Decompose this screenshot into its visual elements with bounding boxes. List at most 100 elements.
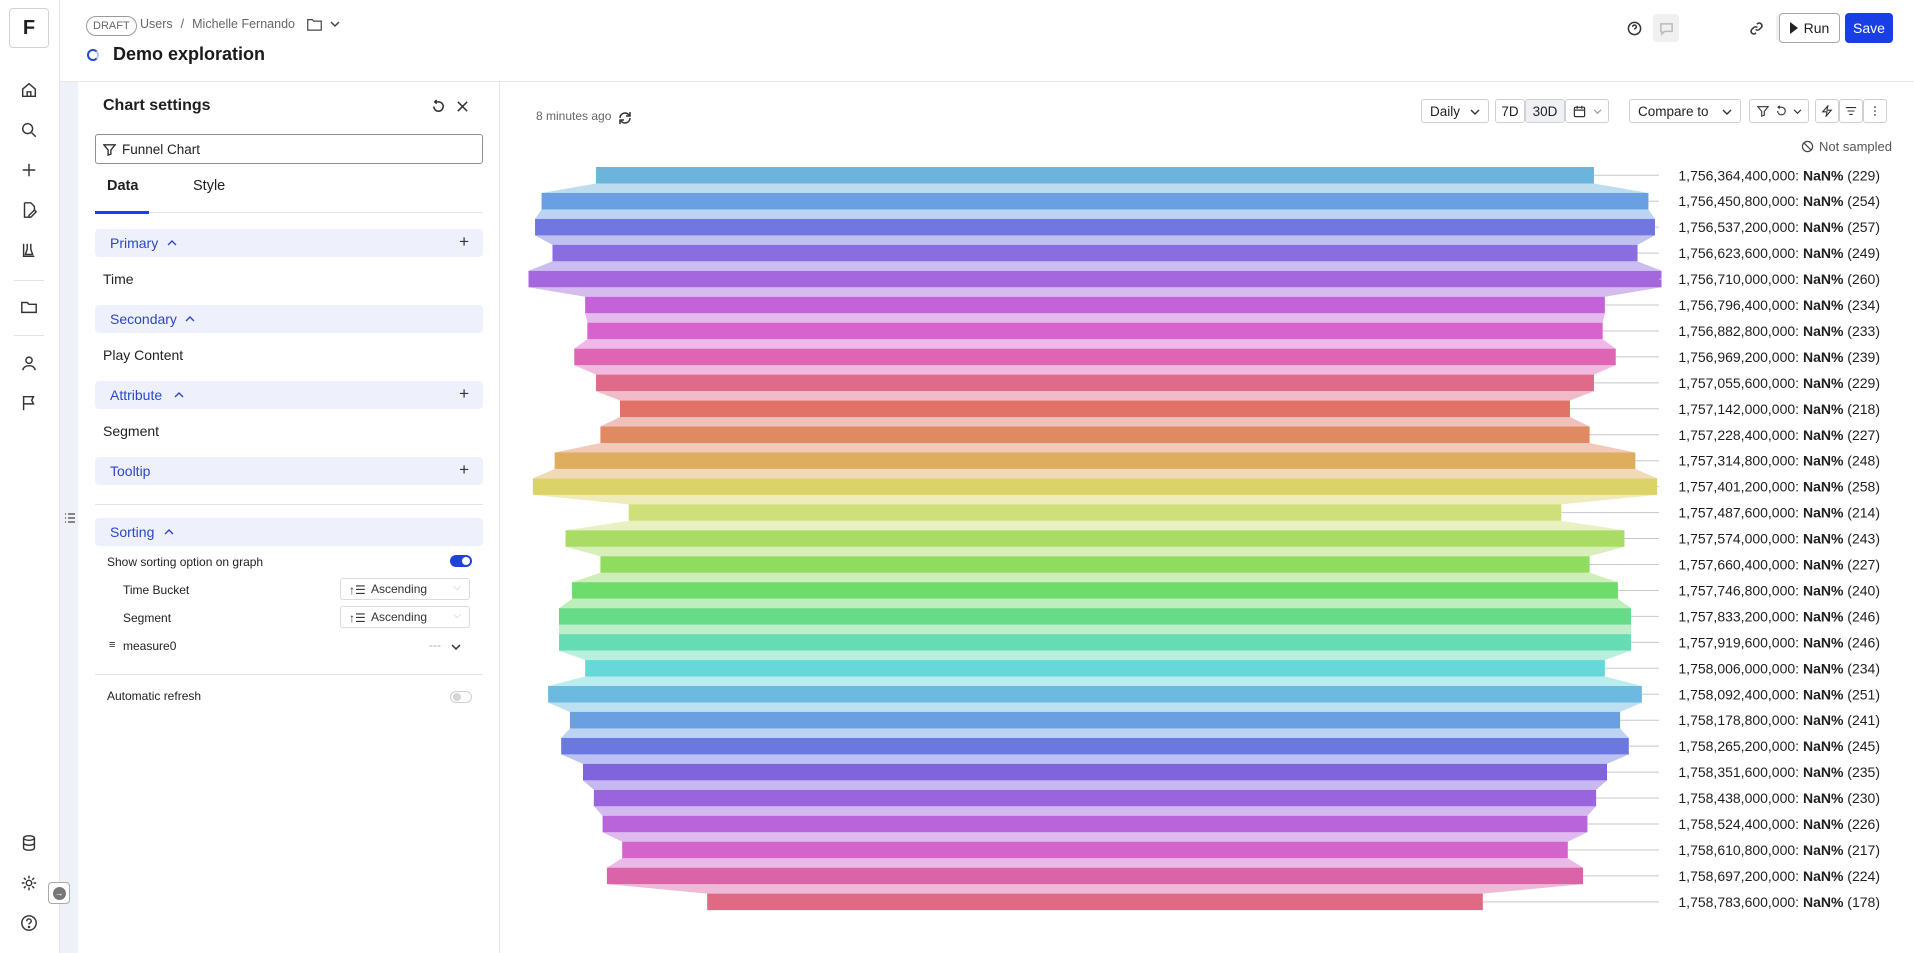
user-icon[interactable]: [19, 353, 39, 373]
database-icon[interactable]: [19, 833, 39, 853]
funnel-step-label: 1,758,524,400,000: NaN% (226): [1678, 816, 1880, 832]
time-bucket-sort-select[interactable]: ↑☰ Ascending ⌵: [340, 578, 470, 600]
funnel-bar[interactable]: [565, 530, 1625, 547]
section-attribute[interactable]: Attribute +: [95, 381, 483, 409]
funnel-bar[interactable]: [559, 634, 1631, 651]
flask-icon[interactable]: [19, 240, 39, 260]
file-edit-icon[interactable]: [19, 200, 39, 220]
funnel-bar[interactable]: [707, 893, 1483, 911]
folder-icon[interactable]: [307, 18, 322, 31]
help-icon[interactable]: [1624, 18, 1644, 38]
funnel-step-label: 1,756,796,400,000: NaN% (234): [1678, 297, 1880, 313]
section-tooltip[interactable]: Tooltip +: [95, 457, 483, 485]
funnel-step-label: 1,758,438,000,000: NaN% (230): [1678, 790, 1880, 806]
attribute-item-segment[interactable]: Segment: [103, 423, 159, 439]
funnel-bar[interactable]: [528, 270, 1662, 288]
add-tooltip-icon[interactable]: +: [459, 461, 469, 478]
funnel-bar[interactable]: [569, 711, 1621, 729]
funnel-bar[interactable]: [552, 244, 1638, 262]
link-icon[interactable]: [1746, 18, 1766, 38]
app-logo[interactable]: F: [9, 8, 49, 48]
panel-collapse-strip[interactable]: →: [48, 82, 78, 953]
chevron-up-icon[interactable]: [185, 315, 195, 323]
funnel-step-label: 1,757,142,000,000: NaN% (218): [1678, 401, 1880, 417]
flag-icon[interactable]: [19, 393, 39, 413]
funnel-connector: [532, 494, 1658, 505]
funnel-connector: [565, 546, 1625, 557]
funnel-bar[interactable]: [582, 763, 1608, 781]
funnel-bar[interactable]: [585, 660, 1605, 677]
automatic-refresh-toggle[interactable]: [450, 691, 472, 703]
funnel-bar[interactable]: [622, 841, 1568, 859]
measure-sort-value[interactable]: ---: [429, 638, 441, 652]
funnel-step-label: 1,758,092,400,000: NaN% (251): [1678, 686, 1880, 702]
rail-divider: [14, 335, 44, 336]
comment-icon[interactable]: [1653, 14, 1679, 42]
funnel-bar[interactable]: [585, 296, 1605, 314]
breadcrumb-separator: /: [180, 17, 185, 31]
drag-handle-icon[interactable]: ≡: [109, 639, 115, 651]
funnel-connector: [582, 780, 1608, 790]
play-icon: [1789, 22, 1798, 34]
funnel-step-label: 1,756,450,800,000: NaN% (254): [1678, 193, 1880, 209]
gear-icon[interactable]: [19, 873, 39, 893]
reset-icon[interactable]: [428, 96, 448, 116]
funnel-bar[interactable]: [535, 218, 1655, 236]
funnel-connector: [535, 235, 1655, 245]
breadcrumb-owner[interactable]: Michelle Fernando: [192, 17, 295, 31]
funnel-bar[interactable]: [596, 167, 1594, 184]
funnel-step-label: 1,757,401,200,000: NaN% (258): [1678, 479, 1880, 495]
list-icon[interactable]: [64, 512, 76, 524]
funnel-bar[interactable]: [541, 192, 1649, 210]
collapse-arrow-icon[interactable]: →: [48, 882, 70, 904]
funnel-bar[interactable]: [600, 556, 1590, 573]
primary-item-time[interactable]: Time: [103, 271, 134, 287]
chevron-up-icon[interactable]: [174, 391, 184, 399]
help-icon[interactable]: [19, 913, 39, 933]
funnel-step-label: 1,757,746,800,000: NaN% (240): [1678, 582, 1880, 598]
funnel-bar[interactable]: [554, 452, 1636, 469]
chevron-down-icon[interactable]: [330, 20, 340, 28]
funnel-bar[interactable]: [559, 608, 1631, 625]
close-icon[interactable]: [452, 96, 472, 116]
funnel-bar[interactable]: [532, 478, 1658, 495]
chevron-up-icon[interactable]: [167, 239, 177, 247]
tab-data[interactable]: Data: [107, 178, 138, 194]
section-sorting[interactable]: Sorting: [95, 518, 483, 546]
secondary-item-play-content[interactable]: Play Content: [103, 347, 183, 363]
folder-icon[interactable]: [19, 297, 39, 317]
search-icon[interactable]: [19, 120, 39, 140]
add-attribute-icon[interactable]: +: [459, 385, 469, 402]
funnel-bar[interactable]: [561, 737, 1629, 755]
add-primary-icon[interactable]: +: [459, 233, 469, 250]
funnel-bar[interactable]: [628, 504, 1562, 521]
funnel-bar[interactable]: [600, 426, 1590, 444]
section-secondary[interactable]: Secondary: [95, 305, 483, 333]
chart-type-select[interactable]: Funnel Chart: [95, 134, 483, 164]
home-icon[interactable]: [19, 80, 39, 100]
breadcrumb-users[interactable]: Users: [140, 17, 173, 31]
tab-style[interactable]: Style: [193, 178, 225, 194]
funnel-bar[interactable]: [572, 582, 1618, 599]
segment-sort-select[interactable]: ↑☰ Ascending ⌵: [340, 606, 470, 628]
chevron-down-icon: ⌵: [453, 610, 461, 621]
funnel-bar[interactable]: [596, 374, 1594, 392]
section-primary[interactable]: Primary +: [95, 229, 483, 257]
funnel-bar[interactable]: [620, 400, 1570, 418]
chevron-down-icon[interactable]: [451, 643, 461, 651]
save-button[interactable]: Save: [1845, 13, 1893, 43]
show-sorting-toggle[interactable]: [450, 555, 472, 567]
rail-divider: [14, 280, 44, 281]
funnel-bar[interactable]: [548, 686, 1642, 703]
funnel-bar[interactable]: [602, 815, 1588, 833]
funnel-step-label: 1,757,314,800,000: NaN% (248): [1678, 453, 1880, 469]
funnel-connector: [602, 832, 1588, 842]
plus-icon[interactable]: [19, 160, 39, 180]
funnel-bar[interactable]: [574, 348, 1616, 366]
funnel-bar[interactable]: [593, 789, 1597, 807]
funnel-icon: [103, 144, 116, 156]
chevron-up-icon[interactable]: [164, 528, 174, 536]
funnel-bar[interactable]: [587, 322, 1603, 340]
run-button[interactable]: Run: [1779, 13, 1840, 43]
funnel-bar[interactable]: [606, 867, 1584, 885]
